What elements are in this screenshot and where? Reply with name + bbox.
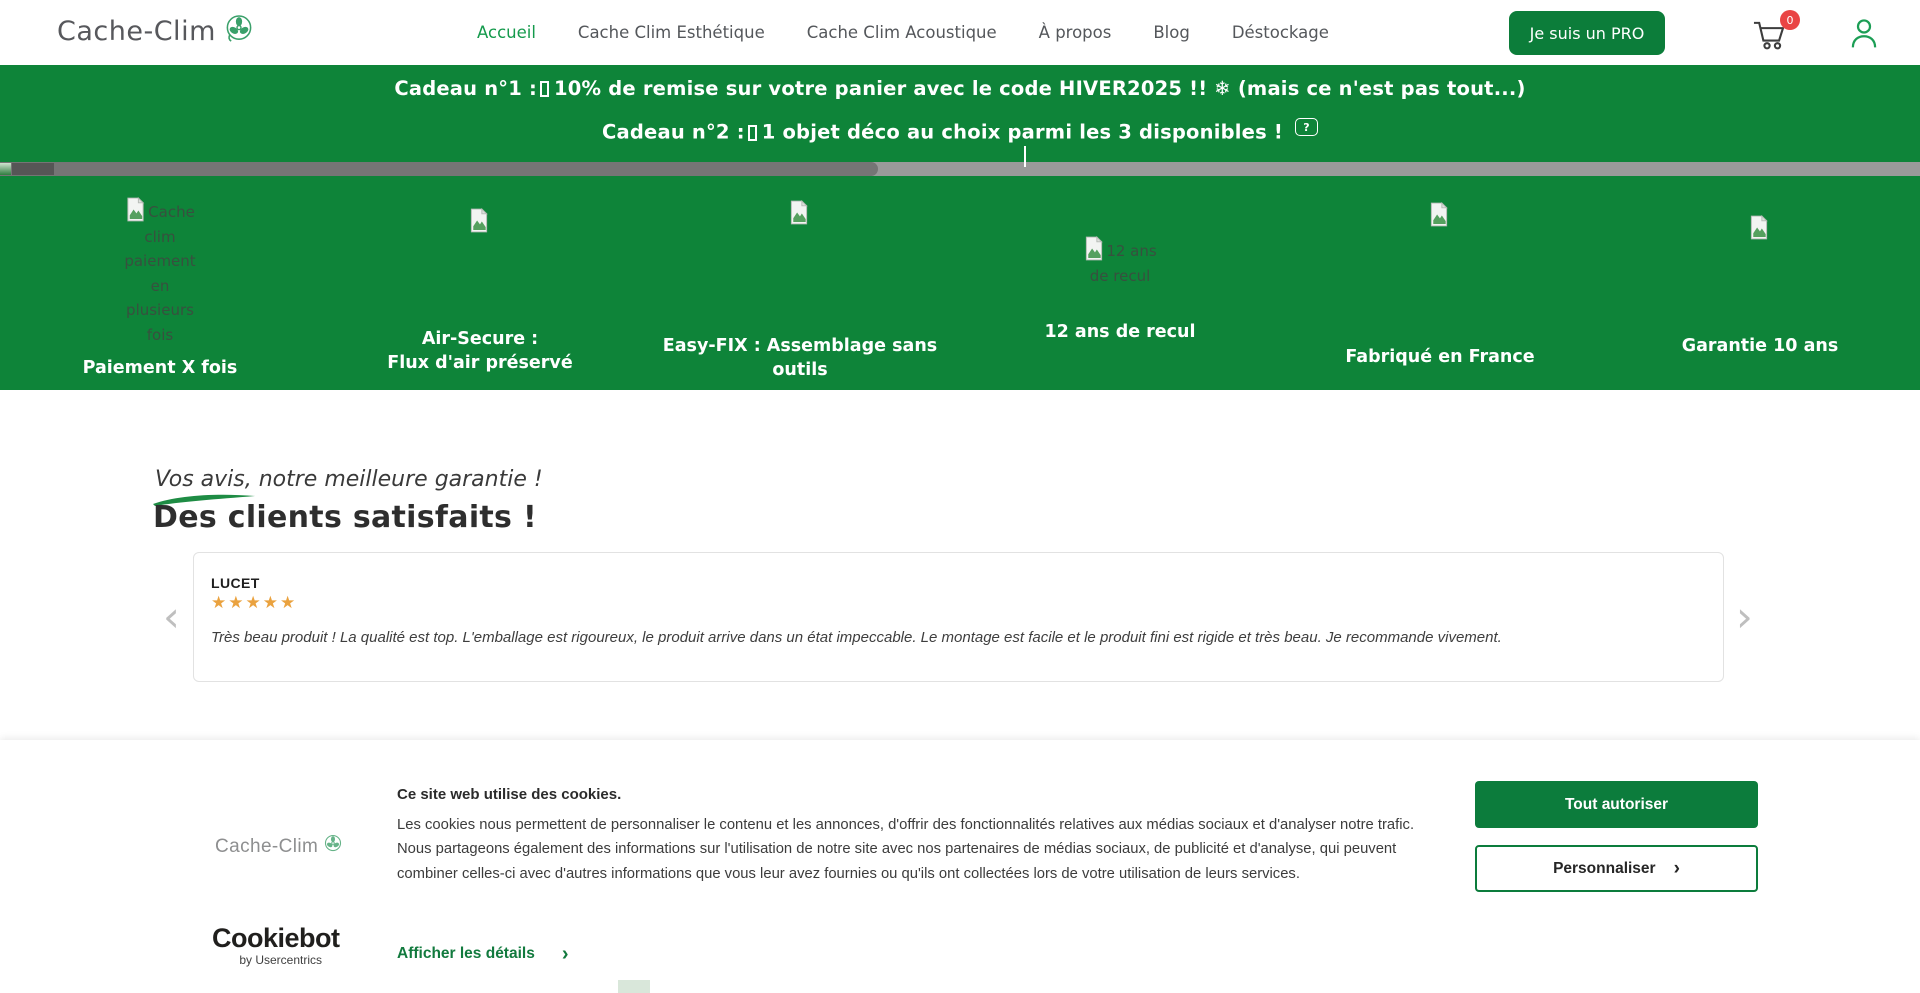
nav-item-esthetique[interactable]: Cache Clim Esthétique [578,23,765,42]
feature-caption: Easy-FIX : Assemblage sans outils [640,335,960,382]
reviews-heading: Des clients satisfaits ! [153,500,537,535]
logo-text: Cache-Clim [57,16,216,47]
promo-line-2: Cadeau n°2 : 1 objet déco au choix parmi … [0,118,1920,144]
broken-image-icon [469,208,490,233]
cookiebot-logo: Cookiebot by Usercentrics [212,925,322,967]
cookie-consent-banner: Cache-Clim Cookiebot by Usercentrics Ce … [0,740,1920,993]
nav-item-destockage[interactable]: Déstockage [1232,23,1329,42]
cart-count-badge: 0 [1780,10,1800,30]
personalize-label: Personnaliser [1553,860,1656,878]
feature-easy-fix: Easy-FIX : Assemblage sans outils [640,174,960,390]
promo-line-2-after: 1 objet déco au choix parmi les 3 dispon… [762,121,1283,144]
chevron-right-icon: › [1674,859,1680,878]
promo-line-1: Cadeau n°1 : 10% de remise sur votre pani… [0,77,1920,100]
nav-item-accueil[interactable]: Accueil [477,23,536,42]
image-alt-text: Cache clim paiement en plusieurs fois [124,203,195,344]
feature-badges-row: Cache clim paiement en plusieurs fois Pa… [0,174,1920,390]
reviews-tagline: Vos avis, notre meilleure garantie ! [155,467,543,492]
broken-image-icon [789,200,810,225]
site-logo[interactable]: Cache-Clim [57,12,256,50]
feature-12-ans: 12 ans de recul 12 ans de recul [960,174,1280,390]
star-rating: ★★★★★ [211,593,297,613]
scrollbar-thumb[interactable] [0,162,878,176]
show-details-link[interactable]: Afficher les détails › [397,944,569,964]
scrollbar-mini-thumbnail [0,163,11,175]
feature-image-placeholder [469,208,492,236]
promo-line-2-before: Cadeau n°2 : [602,121,745,144]
feature-paiement: Cache clim paiement en plusieurs fois Pa… [0,174,320,390]
feature-image-placeholder: Cache clim paiement en plusieurs fois [121,197,199,347]
personalize-button[interactable]: Personnaliser › [1475,845,1758,892]
text-cursor [1024,146,1026,167]
nav-item-acoustique[interactable]: Cache Clim Acoustique [807,23,997,42]
broken-image-icon [125,197,146,222]
site-header: Cache-Clim Accueil Cache Clim Esthétique… [0,0,1920,65]
review-card: LUCET ★★★★★ Très beau produit ! La quali… [193,552,1724,682]
carousel-prev-button[interactable]: ‹ [163,596,180,638]
feature-image-placeholder: 12 ans de recul [1073,236,1168,288]
nav-item-blog[interactable]: Blog [1153,23,1189,42]
feature-garantie: Garantie 10 ans [1600,174,1920,390]
cookiebot-logo-text: Cookiebot [212,923,340,953]
missing-glyph-box [748,125,757,141]
account-button[interactable] [1848,16,1880,50]
feature-image-placeholder [1429,202,1452,230]
pro-button[interactable]: Je suis un PRO [1509,11,1665,55]
feature-air-secure: Air-Secure : Flux d'air préservé [320,174,640,390]
cookiebot-by-text: by Usercentrics [212,953,322,967]
cookie-brand-logo: Cache-Clim [215,833,344,860]
cart-button[interactable]: 0 [1752,17,1798,53]
feature-caption: Fabriqué en France [1280,346,1600,370]
show-details-label: Afficher les détails [397,945,535,963]
broken-image-icon [1083,236,1104,261]
feature-image-placeholder [789,200,812,228]
bottom-page-fragment [618,980,650,993]
feature-fabrique-en-france: Fabriqué en France [1280,174,1600,390]
chevron-right-icon: › [562,944,569,964]
promo-line-1-after: 10% de remise sur votre panier avec le c… [554,77,1526,100]
cookie-title: Ce site web utilise des cookies. [397,786,621,803]
fan-icon [222,12,256,50]
cart-icon [1752,36,1786,55]
feature-caption: Garantie 10 ans [1600,335,1920,359]
feature-image-placeholder [1749,215,1772,243]
cookie-description: Les cookies nous permettent de personnal… [397,813,1439,886]
allow-all-button[interactable]: Tout autoriser [1475,781,1758,828]
feature-caption: Paiement X fois [0,357,320,381]
carousel-next-button[interactable]: › [1736,596,1753,638]
promo-line-1-before: Cadeau n°1 : [394,77,537,100]
horizontal-scrollbar[interactable] [0,162,1920,176]
fan-icon [322,833,344,860]
review-author: LUCET [211,575,260,591]
feature-caption: Air-Secure : Flux d'air préservé [320,328,640,375]
feature-caption: 12 ans de recul [960,321,1280,345]
cookie-brand-logo-text: Cache-Clim [215,836,318,858]
help-icon[interactable]: ? [1295,118,1318,136]
user-icon [1848,35,1880,54]
review-text: Très beau produit ! La qualité est top. … [211,629,1502,646]
scrollbar-mini-block [12,163,54,175]
broken-image-icon [1429,202,1450,227]
missing-glyph-box [540,81,549,97]
main-nav: Accueil Cache Clim Esthétique Cache Clim… [477,0,1329,65]
nav-item-a-propos[interactable]: À propos [1039,23,1112,42]
broken-image-icon [1749,215,1770,240]
